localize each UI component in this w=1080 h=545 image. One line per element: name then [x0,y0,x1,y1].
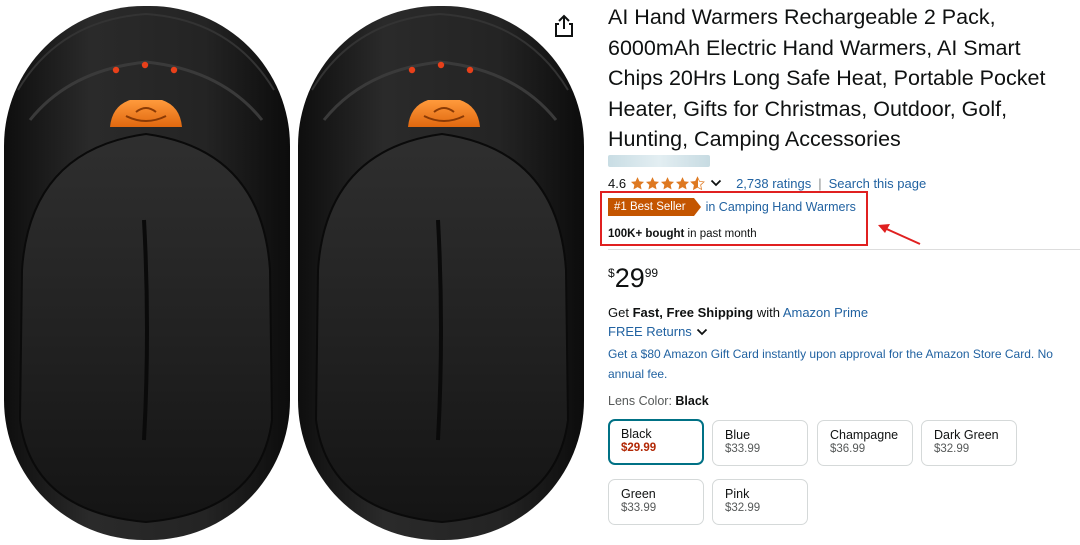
rating-value: 4.6 [608,175,627,191]
option-price: $32.99 [725,502,761,514]
warmer-left [4,6,290,540]
best-seller-badge[interactable]: #1 Best Seller [608,197,701,216]
search-this-page-link[interactable]: Search this page [829,176,927,191]
amazon-prime-link[interactable]: Amazon Prime [783,305,868,320]
option-name: Champagne [830,428,899,442]
divider [608,249,1080,250]
free-returns-link[interactable]: FREE Returns [608,324,692,339]
shipping-middle: with [753,305,783,320]
lens-color-selected: Black [675,394,709,408]
color-option-dark-green[interactable]: Dark Green $32.99 [921,420,1017,466]
option-name: Dark Green [934,428,999,442]
gift-card-offer-link[interactable]: Get a $80 Amazon Gift Card instantly upo… [608,344,1080,384]
chevron-down-icon[interactable] [710,178,722,188]
warmer-right [298,6,584,540]
option-name: Green [621,487,656,501]
option-name: Pink [725,487,750,501]
price-whole: 29 [614,263,645,293]
shipping-prefix: Get [608,305,633,320]
star-icon [631,176,645,189]
red-arrow-annotation [878,224,921,245]
shipping-info: Get Fast, Free Shipping with Amazon Prim… [608,305,868,320]
option-name: Blue [725,428,751,442]
star-half-icon [690,175,705,190]
option-price: $36.99 [830,443,866,455]
color-option-champagne[interactable]: Champagne $36.99 [817,420,913,466]
free-returns[interactable]: FREE Returns [608,324,708,339]
bought-count: 100K+ bought [608,228,685,240]
best-seller-row: #1 Best Seller in Camping Hand Warmers [608,197,856,216]
store-link[interactable] [608,155,710,167]
bought-in-past-month: 100K+ bought in past month [608,228,757,240]
star-icon [646,176,660,189]
price-fraction: 99 [644,266,659,280]
star-rating[interactable] [630,175,705,191]
star-icon [676,176,690,189]
share-icon[interactable] [553,14,575,38]
option-price: $33.99 [725,443,761,455]
color-option-green[interactable]: Green $33.99 [608,479,704,525]
chevron-down-icon[interactable] [696,327,708,337]
bought-suffix: in past month [684,228,757,240]
rating-row: 4.6 2,738 ratings | Search this page [608,173,926,193]
product-info: AI Hand Warmers Rechargeable 2 Pack, 600… [600,0,1080,545]
rating-separator: | [818,175,822,191]
option-price: $33.99 [621,502,657,514]
ratings-count-link[interactable]: 2,738 ratings [736,176,811,191]
lens-color-prefix: Lens Color: [608,394,676,408]
color-option-black[interactable]: Black $29.99 [608,419,704,465]
shipping-bold: Fast, Free Shipping [632,305,754,320]
option-price: $32.99 [934,443,970,455]
hand-warmers-image [4,6,584,540]
best-seller-category-link[interactable]: in Camping Hand Warmers [706,200,856,214]
price: $ 29 99 [608,262,658,294]
color-option-pink[interactable]: Pink $32.99 [712,479,808,525]
color-option-blue[interactable]: Blue $33.99 [712,420,808,466]
option-price: $29.99 [621,442,657,454]
price-symbol: $ [608,266,615,280]
star-icon [661,176,675,189]
option-name: Black [621,427,652,441]
lens-color-label: Lens Color: Black [608,394,709,408]
product-image[interactable] [0,0,590,545]
product-title: AI Hand Warmers Rechargeable 2 Pack, 600… [608,5,1046,151]
